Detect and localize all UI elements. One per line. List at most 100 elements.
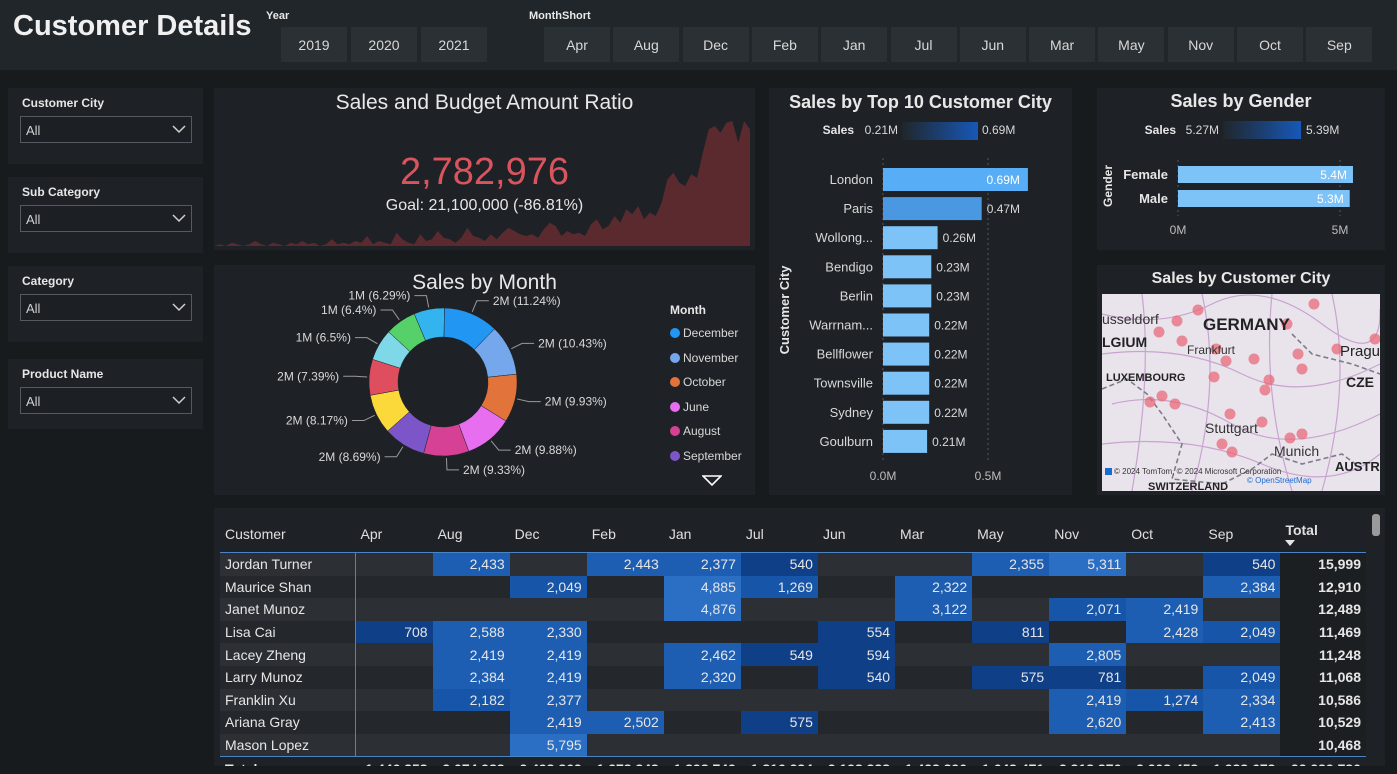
matrix-column-header[interactable]: Oct [1126, 516, 1204, 553]
dropdown-value: All [26, 301, 41, 316]
matrix-column-header[interactable]: Jan [663, 516, 741, 553]
product-name-dropdown[interactable]: All [20, 387, 192, 414]
legend-scroll-down-icon[interactable] [702, 475, 722, 487]
table-row[interactable]: Maurice Shan 2,049 4,885 1,269 2,322 2,384 12,… [220, 575, 1366, 599]
map-city-marker[interactable] [1224, 408, 1236, 420]
month-button-jun[interactable]: Jun [959, 27, 1026, 62]
matrix-column-header[interactable]: Customer [220, 516, 356, 553]
year-button-2019[interactable]: 2019 [281, 27, 347, 62]
legend-item-september[interactable]: September [670, 444, 742, 469]
city-bar[interactable] [883, 284, 932, 308]
matrix-column-header[interactable]: Sep [1203, 516, 1281, 553]
table-row[interactable]: Mason Lopez 5,795 10,468 [220, 733, 1366, 757]
matrix-value-cell [663, 711, 741, 734]
month-button-jul[interactable]: Jul [890, 27, 957, 62]
legend-item-november[interactable]: November [670, 346, 742, 371]
map-city-marker[interactable] [1296, 428, 1308, 440]
map-city-marker[interactable] [1308, 298, 1320, 310]
top-city-panel[interactable]: Sales by Top 10 Customer City Sales 0.21M… [769, 88, 1072, 495]
map-panel[interactable]: Sales by Customer City GERMANY LGIUM LUX… [1097, 265, 1385, 495]
city-bar[interactable] [883, 342, 930, 366]
matrix-column-header[interactable]: Jul [740, 516, 818, 553]
map-city-marker[interactable] [1171, 315, 1183, 327]
month-button-sep[interactable]: Sep [1306, 27, 1373, 62]
city-bar[interactable] [883, 197, 982, 221]
matrix-column-header[interactable]: Nov [1049, 516, 1127, 553]
matrix-value-cell: 4,885 [663, 575, 741, 599]
legend-item-june[interactable]: June [670, 395, 742, 420]
table-row[interactable]: Larry Munoz 2,384 2,419 2,320 540 575 781 2,049… [220, 665, 1366, 689]
table-row[interactable]: Franklin Xu 2,182 2,377 2,419 1,274 2,334 10,5… [220, 688, 1366, 712]
table-row[interactable]: Janet Munoz 4,876 3,122 2,071 2,419 12,489 [220, 598, 1366, 621]
table-row[interactable]: Lisa Cai 708 2,588 2,330 554 811 2,428 2,049 11,… [220, 620, 1366, 644]
map-city-marker[interactable] [1263, 374, 1275, 386]
map-city-marker[interactable] [1208, 371, 1220, 383]
year-button-2020[interactable]: 2020 [351, 27, 417, 62]
city-bar[interactable] [883, 226, 938, 250]
city-bar[interactable] [883, 255, 932, 279]
matrix-value-cell [817, 552, 896, 576]
customer-name-cell: Lacey Zheng [220, 643, 356, 666]
table-row[interactable]: Jordan Turner 2,433 2,443 2,377 540 2,355 5,31… [220, 552, 1366, 576]
category-dropdown[interactable]: All [20, 294, 192, 321]
donut-leader-line [343, 375, 368, 378]
month-button-feb[interactable]: Feb [751, 27, 818, 62]
month-button-mar[interactable]: Mar [1029, 27, 1096, 62]
table-row[interactable]: Lacey Zheng 2,419 2,419 2,462 549 594 2,805 11,… [220, 643, 1366, 666]
map-city-marker[interactable] [1248, 353, 1260, 365]
customer-matrix[interactable]: Customer Apr Aug Dec Feb Jan Jul Jun Mar May Nov Oc… [214, 508, 1385, 766]
year-button-2021[interactable]: 2021 [421, 27, 487, 62]
map-city-marker[interactable] [1296, 363, 1308, 375]
city-bar[interactable] [883, 429, 928, 453]
map-city-marker[interactable] [1192, 304, 1204, 316]
map-city-marker[interactable] [1259, 384, 1271, 396]
matrix-column-header[interactable]: Jun [817, 516, 896, 553]
matrix-column-header[interactable]: Aug [432, 516, 510, 553]
map-city-marker[interactable] [1284, 432, 1296, 444]
osm-link[interactable]: © OpenStreetMap [1247, 476, 1312, 485]
sub-category-dropdown[interactable]: All [20, 205, 192, 232]
city-category-label: Goulburn [820, 434, 873, 449]
map-city-marker[interactable] [1292, 348, 1304, 360]
matrix-scrollbar[interactable] [1372, 514, 1380, 536]
scale-max-label: 5.39M [1306, 123, 1339, 137]
gender-bar-chart[interactable]: Sales 5.27M 5.39M Gender 0M 5M Female 5.4M Male 5… [1097, 88, 1385, 250]
month-button-jan[interactable]: Jan [821, 27, 888, 62]
kpi-panel[interactable]: Sales and Budget Amount Ratio 2,782,976 … [214, 88, 755, 250]
matrix-column-header[interactable]: Dec [509, 516, 587, 553]
map-city-marker[interactable] [1153, 326, 1165, 338]
map-city-marker[interactable] [1144, 396, 1156, 408]
gender-panel[interactable]: Sales by Gender Sales 5.27M 5.39M Gender 0M 5… [1097, 88, 1385, 250]
city-bar[interactable] [883, 400, 930, 424]
map-city-marker[interactable] [1256, 416, 1268, 428]
month-button-dec[interactable]: Dec [682, 27, 749, 62]
map-city-marker[interactable] [1169, 398, 1181, 410]
matrix-column-header[interactable]: Mar [895, 516, 973, 553]
legend-item-december[interactable]: December [670, 321, 742, 346]
table-row[interactable]: Ariana Gray 2,419 2,502 575 2,620 2,413 10,529 [220, 711, 1366, 734]
month-button-oct[interactable]: Oct [1237, 27, 1303, 62]
sort-descending-icon[interactable] [1285, 540, 1296, 546]
map-city-marker[interactable] [1226, 446, 1238, 458]
month-button-nov[interactable]: Nov [1167, 27, 1234, 62]
matrix-column-header[interactable]: Total [1280, 516, 1366, 553]
legend-item-october[interactable]: October [670, 370, 742, 395]
map-city-marker[interactable] [1176, 335, 1188, 347]
matrix-column-header[interactable]: Apr [355, 516, 433, 553]
map-city-marker[interactable] [1216, 438, 1228, 450]
month-button-aug[interactable]: Aug [613, 27, 680, 62]
city-bar[interactable] [883, 313, 930, 337]
matrix-value-cell: 3,122 [895, 598, 973, 621]
month-button-may[interactable]: May [1098, 27, 1165, 62]
matrix-column-header[interactable]: Feb [586, 516, 664, 553]
map-city-marker[interactable] [1220, 355, 1232, 367]
city-bar[interactable] [883, 371, 930, 395]
city-bar-chart[interactable]: Sales 0.21M 0.69M Customer City 0.0M 0.5M Lond… [769, 88, 1072, 495]
sales-by-month-panel[interactable]: Sales by Month 2M (11.24%) 2M (10.43%) 2M … [214, 265, 755, 495]
map-city-marker[interactable] [1156, 390, 1168, 402]
matrix-column-header[interactable]: May [972, 516, 1050, 553]
customer-city-dropdown[interactable]: All [20, 116, 192, 143]
month-button-apr[interactable]: Apr [544, 27, 610, 62]
city-map[interactable]: GERMANY LGIUM LUXEMBOURG Frankfurt Stutt… [1102, 294, 1380, 491]
legend-item-august[interactable]: August [670, 419, 742, 444]
